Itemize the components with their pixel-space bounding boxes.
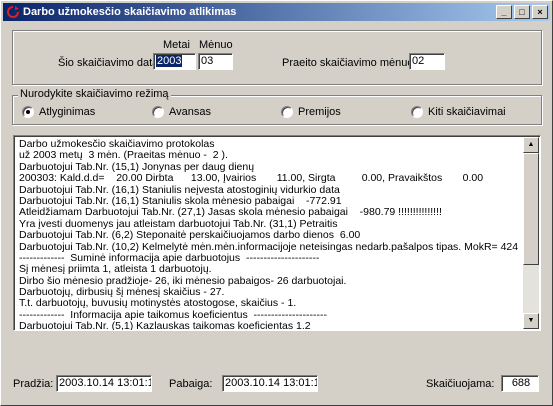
log-line: ------------- Informacija apie taikomus …: [19, 309, 327, 321]
app-icon: [7, 6, 19, 18]
log-line: T.t. darbuotojų, buvusių motinystės atos…: [19, 298, 297, 310]
log-line: 200303: Kald.d.d= 20.00 Dirbta 13.00, Įv…: [19, 173, 484, 185]
radio-indicator: [281, 106, 293, 118]
current-date-label: Šio skaičiavimo data: [58, 57, 159, 69]
log-line: Darbuotojų, dirbusių šį mėnesį skaičius …: [19, 287, 225, 299]
log-line: Darbo užmokesčio skaičiavimo protokolas: [19, 139, 215, 150]
log-lines: Darbo užmokesčio skaičiavimo protokolas …: [19, 139, 524, 331]
close-button[interactable]: ×: [532, 5, 548, 19]
count-field: 688: [501, 375, 539, 392]
minimize-button[interactable]: _: [496, 5, 512, 19]
log-line: Darbuotojui Tab.Nr. (10,2) Kelmelytė mėn…: [19, 241, 519, 253]
radio-indicator: [411, 106, 423, 118]
scroll-thumb[interactable]: [523, 153, 539, 265]
maximize-button[interactable]: □: [514, 5, 530, 19]
log-line: ------------- Suminė informacija apie da…: [19, 252, 320, 264]
radio-premijos[interactable]: Premijos: [281, 106, 341, 118]
radio-avansas[interactable]: Avansas: [152, 106, 211, 118]
start-time-field: 2003.10.14 13:01:14: [56, 375, 152, 392]
mode-group-title: Nurodykite skaičiavimo režimą: [18, 88, 171, 100]
radio-atlyginimas[interactable]: Atlyginimas: [22, 106, 95, 118]
radio-indicator: [22, 106, 34, 118]
radio-kiti[interactable]: Kiti skaičiavimai: [411, 106, 506, 118]
log-line: Šį mėnesį priimta 1, atleista 1 darbuoto…: [19, 264, 212, 276]
log-line: Darbuotojui Tab.Nr. (15,1) Jonynas per d…: [19, 161, 255, 173]
end-label: Pabaiga:: [169, 378, 213, 390]
month-header: Mėnuo: [199, 39, 233, 51]
year-input[interactable]: 2003: [153, 53, 196, 70]
vertical-scrollbar[interactable]: ▲ ▼: [523, 137, 539, 329]
log-line: Dirbo šio mėnesio pradžioje- 26, iki mėn…: [19, 275, 347, 287]
log-line: Darbuotojui Tab.Nr. (16,1) Staniulis neį…: [19, 184, 340, 196]
log-line: Darbuotojui Tab.Nr. (5,1) Kazlauskas tai…: [19, 321, 311, 331]
radio-label: Avansas: [169, 106, 211, 118]
radio-label: Atlyginimas: [39, 106, 96, 118]
title-bar[interactable]: Darbo užmokesčio skaičiavimo atlikimas _…: [3, 3, 550, 21]
end-time-field: 2003.10.14 13:01:17: [222, 375, 318, 392]
main-window: Darbo užmokesčio skaičiavimo atlikimas _…: [0, 0, 553, 406]
count-label: Skaičiuojama:: [426, 378, 495, 390]
window-title: Darbo užmokesčio skaičiavimo atlikimas: [23, 6, 237, 18]
log-line: Yra įvesti duomenys jau atleistam darbuo…: [19, 218, 338, 230]
log-line: Atleidžiamam Darbuotojui Tab.Nr. (27,1) …: [19, 207, 442, 219]
log-line: Darbuotojui Tab.Nr. (6,2) Steponaitė per…: [19, 230, 361, 242]
radio-indicator: [152, 106, 164, 118]
previous-month-input[interactable]: 02: [409, 53, 445, 70]
month-input[interactable]: 03: [198, 53, 233, 70]
year-header: Metai: [163, 39, 190, 51]
protocol-log[interactable]: Darbo užmokesčio skaičiavimo protokolas …: [13, 135, 541, 331]
window-controls: _ □ ×: [496, 5, 548, 19]
radio-label: Premijos: [298, 106, 341, 118]
scroll-up-button[interactable]: ▲: [523, 137, 539, 153]
log-line: Darbuotojui Tab.Nr. (16,1) Staniulis sko…: [19, 195, 342, 207]
previous-month-label: Praeito skaičiavimo mėnuo:: [282, 57, 417, 69]
year-value: 2003: [156, 55, 183, 67]
radio-label: Kiti skaičiavimai: [428, 106, 506, 118]
log-line: už 2003 metų 3 mėn. (Praeitas mėnuo - 2 …: [19, 150, 228, 162]
scroll-down-button[interactable]: ▼: [523, 313, 539, 329]
start-label: Pradžia:: [13, 378, 54, 390]
